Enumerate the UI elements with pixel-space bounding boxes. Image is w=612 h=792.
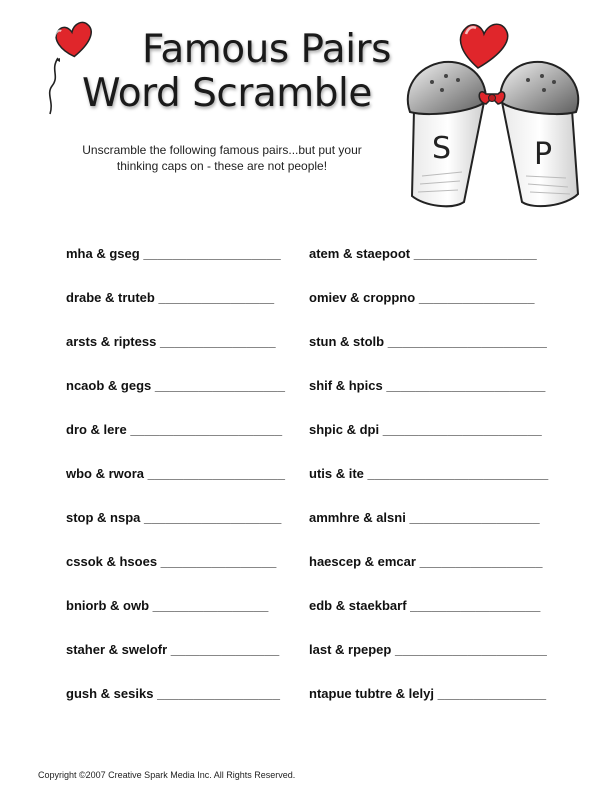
- puzzle-row: bniorb & owb ________________: [66, 598, 326, 642]
- instructions-text: Unscramble the following famous pairs...…: [82, 143, 362, 173]
- scrambled-words: stop & nspa: [66, 510, 141, 525]
- scrambled-words: mha & gseg: [66, 246, 140, 261]
- answer-blank[interactable]: ______________________: [383, 422, 542, 437]
- scrambled-words: cssok & hsoes: [66, 554, 158, 569]
- answer-blank[interactable]: _______________: [171, 642, 279, 657]
- answer-blank[interactable]: __________________: [409, 510, 539, 525]
- scrambled-words: ammhre & alsni: [309, 510, 406, 525]
- answer-blank[interactable]: ___________________: [143, 246, 280, 261]
- answer-blank[interactable]: _____________________: [130, 422, 282, 437]
- puzzle-row: staher & swelofr _______________: [66, 642, 326, 686]
- puzzle-row: last & rpepep _____________________: [309, 642, 569, 686]
- puzzle-row: ncaob & gegs __________________: [66, 378, 326, 422]
- answer-blank[interactable]: _________________: [420, 554, 543, 569]
- scrambled-words: bniorb & owb: [66, 598, 150, 613]
- copyright-notice: Copyright ©2007 Creative Spark Media Inc…: [38, 770, 296, 780]
- title-line-2: Word Scramble: [82, 71, 372, 116]
- answer-blank[interactable]: _________________: [157, 686, 280, 701]
- scrambled-words: arsts & riptess: [66, 334, 157, 349]
- answer-blank[interactable]: _____________________: [395, 642, 547, 657]
- puzzle-row: ammhre & alsni __________________: [309, 510, 569, 554]
- puzzle-row: dro & lere _____________________: [66, 422, 326, 466]
- answer-blank[interactable]: _________________________: [368, 466, 549, 481]
- scrambled-words: omiev & croppno: [309, 290, 416, 305]
- scrambled-words: stun & stolb: [309, 334, 385, 349]
- answer-blank[interactable]: _________________: [414, 246, 537, 261]
- puzzle-row: stun & stolb ______________________: [309, 334, 569, 378]
- answer-blank[interactable]: ___________________: [144, 510, 281, 525]
- puzzle-row: mha & gseg ___________________: [66, 246, 326, 290]
- answer-blank[interactable]: ________________: [153, 598, 269, 613]
- scrambled-words: ncaob & gegs: [66, 378, 152, 393]
- puzzle-row: arsts & riptess ________________: [66, 334, 326, 378]
- puzzle-row: edb & staekbarf __________________: [309, 598, 569, 642]
- scrambled-words: haescep & emcar: [309, 554, 416, 569]
- puzzle-row: gush & sesiks _________________: [66, 686, 326, 730]
- puzzle-row: haescep & emcar _________________: [309, 554, 569, 598]
- pepper-letter: P: [534, 137, 552, 172]
- scrambled-words: utis & ite: [309, 466, 364, 481]
- puzzle-row: omiev & croppno ________________: [309, 290, 569, 334]
- page-title: Famous Pairs Word Scramble: [80, 28, 400, 116]
- answer-blank[interactable]: _______________: [438, 686, 546, 701]
- scrambled-words: shpic & dpi: [309, 422, 380, 437]
- scrambled-words: drabe & truteb: [66, 290, 155, 305]
- puzzle-row: atem & staepoot _________________: [309, 246, 569, 290]
- puzzle-column-right: atem & staepoot _________________ omiev …: [309, 246, 569, 730]
- answer-blank[interactable]: ________________: [419, 290, 535, 305]
- scrambled-words: shif & hpics: [309, 378, 383, 393]
- title-line-1: Famous Pairs: [142, 27, 391, 72]
- salt-letter: S: [432, 131, 451, 166]
- puzzle-row: drabe & truteb ________________: [66, 290, 326, 334]
- answer-blank[interactable]: ______________________: [388, 334, 547, 349]
- scrambled-words: atem & staepoot: [309, 246, 411, 261]
- scrambled-words: gush & sesiks: [66, 686, 154, 701]
- salt-pepper-shakers-illustration: S P: [406, 23, 580, 208]
- answer-blank[interactable]: ________________: [158, 290, 274, 305]
- puzzle-row: cssok & hsoes ________________: [66, 554, 326, 598]
- puzzle-row: shpic & dpi ______________________: [309, 422, 569, 466]
- scrambled-words: ntapue tubtre & lelyj: [309, 686, 434, 701]
- answer-blank[interactable]: ___________________: [148, 466, 285, 481]
- puzzle-row: ntapue tubtre & lelyj _______________: [309, 686, 569, 730]
- answer-blank[interactable]: ________________: [160, 334, 276, 349]
- puzzle-column-left: mha & gseg ___________________ drabe & t…: [66, 246, 326, 730]
- puzzle-row: stop & nspa ___________________: [66, 510, 326, 554]
- answer-blank[interactable]: ________________: [161, 554, 277, 569]
- puzzle-row: shif & hpics ______________________: [309, 378, 569, 422]
- scrambled-words: last & rpepep: [309, 642, 392, 657]
- scrambled-words: edb & staekbarf: [309, 598, 407, 613]
- puzzle-row: wbo & rwora ___________________: [66, 466, 326, 510]
- answer-blank[interactable]: __________________: [410, 598, 540, 613]
- scrambled-words: wbo & rwora: [66, 466, 145, 481]
- puzzle-row: utis & ite _________________________: [309, 466, 569, 510]
- answer-blank[interactable]: __________________: [155, 378, 285, 393]
- answer-blank[interactable]: ______________________: [386, 378, 545, 393]
- scrambled-words: staher & swelofr: [66, 642, 168, 657]
- scrambled-words: dro & lere: [66, 422, 127, 437]
